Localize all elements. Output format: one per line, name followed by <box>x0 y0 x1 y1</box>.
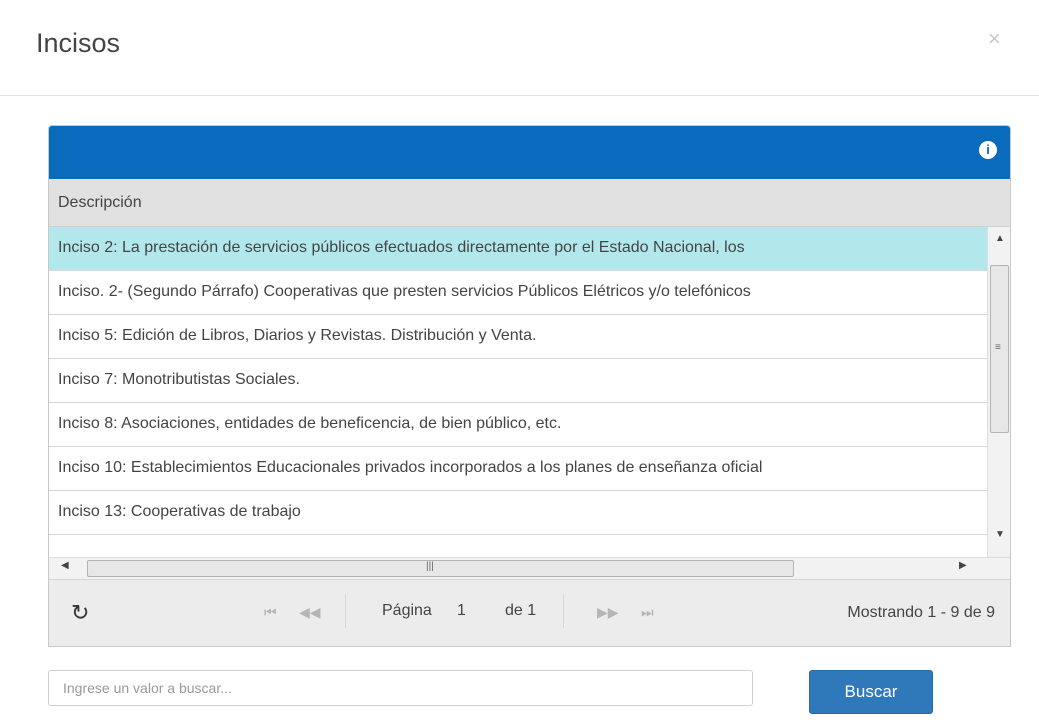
table-row[interactable]: Inciso 10: Establecimientos Educacionale… <box>49 447 987 491</box>
table-row[interactable]: Inciso. 2- (Segundo Párrafo) Cooperativa… <box>49 271 987 315</box>
info-icon[interactable]: i <box>979 141 997 159</box>
grip-icon: ≡ <box>995 342 1001 353</box>
scroll-right-icon[interactable]: ▶ <box>959 560 967 571</box>
grip-icon: ||| <box>426 561 434 572</box>
table-row[interactable]: Inciso 8: Asociaciones, entidades de ben… <box>49 403 987 447</box>
next-page-icon[interactable]: ▶▶ <box>597 604 619 621</box>
table-row[interactable]: Inciso 7: Monotributistas Sociales. <box>49 359 987 403</box>
row-text: Inciso. 2- (Segundo Párrafo) Cooperativa… <box>58 283 751 300</box>
row-text: Inciso 10: Establecimientos Educacionale… <box>58 459 763 476</box>
row-text: Inciso 2: La prestación de servicios púb… <box>58 239 745 256</box>
grid-caption: i <box>49 126 1010 179</box>
pager: ↻ ⏮ ◀◀ Página de 1 ▶▶ ⏭ Mostrando 1 - 9 … <box>49 579 1010 646</box>
row-text: Inciso 5: Edición de Libros, Diarios y R… <box>58 327 537 344</box>
row-text: Inciso 7: Monotributistas Sociales. <box>58 371 300 388</box>
row-text: Inciso 8: Asociaciones, entidades de ben… <box>58 415 562 432</box>
table-row[interactable]: Inciso 13: Cooperativas de trabajo <box>49 491 987 535</box>
table-row[interactable]: Inciso 2: La prestación de servicios púb… <box>49 227 987 271</box>
table-row[interactable]: Inciso 5: Edición de Libros, Diarios y R… <box>49 315 987 359</box>
horizontal-scroll-thumb[interactable]: ||| <box>87 560 794 577</box>
prev-page-icon[interactable]: ◀◀ <box>299 604 321 621</box>
search-input[interactable] <box>48 670 753 706</box>
scroll-up-icon[interactable]: ▲ <box>988 229 1010 249</box>
grid-body: Inciso 2: La prestación de servicios púb… <box>49 227 987 557</box>
scroll-left-icon[interactable]: ◀ <box>61 560 69 571</box>
incisos-grid: i Descripción Inciso 2: La prestación de… <box>48 125 1011 647</box>
close-icon[interactable]: × <box>988 28 1001 50</box>
last-page-icon[interactable]: ⏭ <box>641 604 654 621</box>
pager-separator <box>345 594 346 628</box>
horizontal-scrollbar[interactable]: ◀ ||| ▶ <box>49 557 1010 579</box>
modal-title: Incisos <box>36 28 121 58</box>
page-number-input[interactable] <box>451 594 497 628</box>
page-label: Página <box>382 602 432 619</box>
vertical-scroll-thumb[interactable]: ≡ <box>990 265 1009 433</box>
scroll-down-icon[interactable]: ▼ <box>988 525 1010 545</box>
modal-header: Incisos × <box>0 0 1039 96</box>
search-button[interactable]: Buscar <box>809 670 933 714</box>
column-header-label: Descripción <box>58 194 142 211</box>
pager-separator <box>563 594 564 628</box>
page-count-label: de 1 <box>505 602 537 619</box>
row-text: Inciso 13: Cooperativas de trabajo <box>58 503 301 520</box>
vertical-scrollbar[interactable]: ▲ ≡ ▼ <box>987 227 1010 557</box>
column-header-descripcion[interactable]: Descripción <box>49 179 1010 227</box>
first-page-icon[interactable]: ⏮ <box>264 604 277 621</box>
record-info: Mostrando 1 - 9 de 9 <box>847 604 995 621</box>
refresh-icon[interactable]: ↻ <box>71 600 89 626</box>
